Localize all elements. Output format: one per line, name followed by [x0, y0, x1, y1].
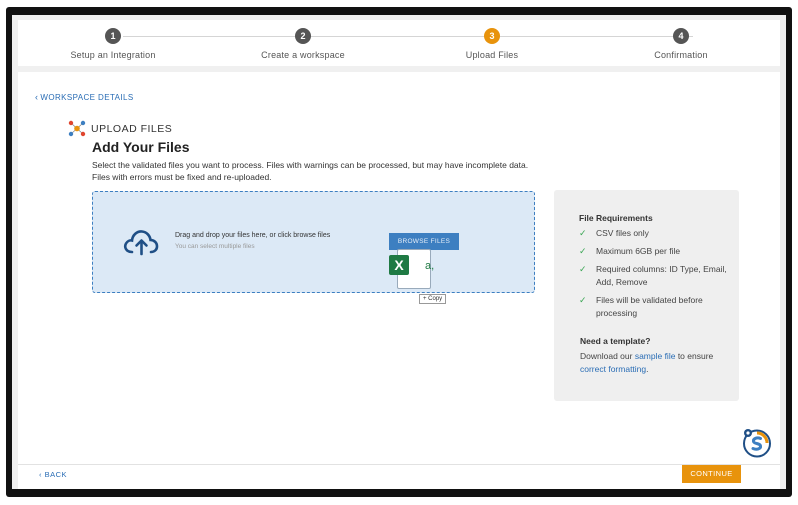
- requirement-text: Files will be validated before processin…: [596, 295, 703, 318]
- step-create-workspace: 2 Create a workspace: [208, 28, 398, 60]
- list-item: ✓ Files will be validated before processi…: [579, 294, 729, 320]
- dropzone-text: Drag and drop your files here, or click …: [175, 232, 330, 250]
- page-title: Add Your Files: [92, 139, 190, 155]
- step-label: Confirmation: [654, 50, 708, 60]
- excel-icon: X: [389, 255, 409, 275]
- requirement-text: Required columns: ID Type, Email, Add, R…: [596, 264, 727, 287]
- template-prefix: Download our: [580, 351, 635, 361]
- excel-glyph: a,: [425, 260, 435, 272]
- copy-tooltip: + Copy: [419, 294, 447, 304]
- step-confirmation: 4 Confirmation: [586, 28, 776, 60]
- template-suffix: .: [646, 364, 649, 374]
- template-mid: to ensure: [675, 351, 714, 361]
- correct-formatting-link[interactable]: correct formatting: [580, 364, 646, 374]
- upload-files-logo-icon: [68, 120, 86, 137]
- step-upload-files: 3 Upload Files: [397, 28, 587, 60]
- list-item: ✓ Maximum 6GB per file: [579, 245, 729, 258]
- requirement-text: CSV files only: [596, 228, 649, 238]
- dropzone-sub-text: You can select multiple files: [175, 243, 255, 250]
- file-requirements-panel: File Requirements ✓ CSV files only ✓ Maxim…: [554, 190, 739, 401]
- check-icon: ✓: [579, 228, 587, 238]
- requirement-text: Maximum 6GB per file: [596, 246, 681, 256]
- step-label: Create a workspace: [261, 50, 345, 60]
- progress-stepper: 1 Setup an Integration 2 Create a worksp…: [18, 20, 780, 66]
- step-number-active: 3: [484, 28, 500, 44]
- check-icon: ✓: [579, 295, 587, 305]
- back-button[interactable]: ‹ BACK: [39, 470, 67, 479]
- chevron-left-icon: ‹: [35, 92, 39, 102]
- check-icon: ✓: [579, 264, 587, 274]
- section-header: UPLOAD FILES: [68, 120, 172, 137]
- list-item: ✓ CSV files only: [579, 227, 729, 240]
- file-dropzone[interactable]: Drag and drop your files here, or click …: [92, 191, 535, 304]
- main-content: ‹ WORKSPACE DETAILS UPLOAD FILES Add Your…: [18, 72, 780, 489]
- list-item: ✓ Required columns: ID Type, Email, Add, …: [579, 263, 729, 289]
- app-window: 1 Setup an Integration 2 Create a worksp…: [12, 15, 786, 489]
- dragged-excel-file[interactable]: a, X: [387, 247, 441, 293]
- help-assistant-icon[interactable]: [742, 428, 772, 458]
- step-number: 4: [673, 28, 689, 44]
- step-label: Setup an Integration: [70, 50, 156, 60]
- sample-file-link[interactable]: sample file: [635, 351, 676, 361]
- requirements-title: File Requirements: [579, 213, 653, 223]
- step-number: 2: [295, 28, 311, 44]
- requirements-list: ✓ CSV files only ✓ Maximum 6GB per file ✓ R…: [579, 227, 729, 325]
- workspace-details-back-link[interactable]: ‹ WORKSPACE DETAILS: [35, 92, 134, 102]
- back-link-label: WORKSPACE DETAILS: [40, 93, 134, 102]
- step-setup-integration: 1 Setup an Integration: [18, 28, 208, 60]
- step-number: 1: [105, 28, 121, 44]
- template-title: Need a template?: [580, 336, 651, 346]
- section-label: UPLOAD FILES: [91, 122, 173, 135]
- step-label: Upload Files: [465, 50, 519, 60]
- back-button-label: BACK: [44, 470, 68, 479]
- check-icon: ✓: [579, 246, 587, 256]
- page-description: Select the validated files you want to p…: [92, 160, 529, 182]
- footer-divider: [18, 464, 780, 465]
- cloud-upload-icon: [123, 230, 159, 256]
- continue-button[interactable]: CONTINUE: [682, 465, 741, 483]
- dropzone-main-text: Drag and drop your files here, or click …: [175, 232, 331, 239]
- template-text: Download our sample file to ensure corre…: [580, 350, 730, 376]
